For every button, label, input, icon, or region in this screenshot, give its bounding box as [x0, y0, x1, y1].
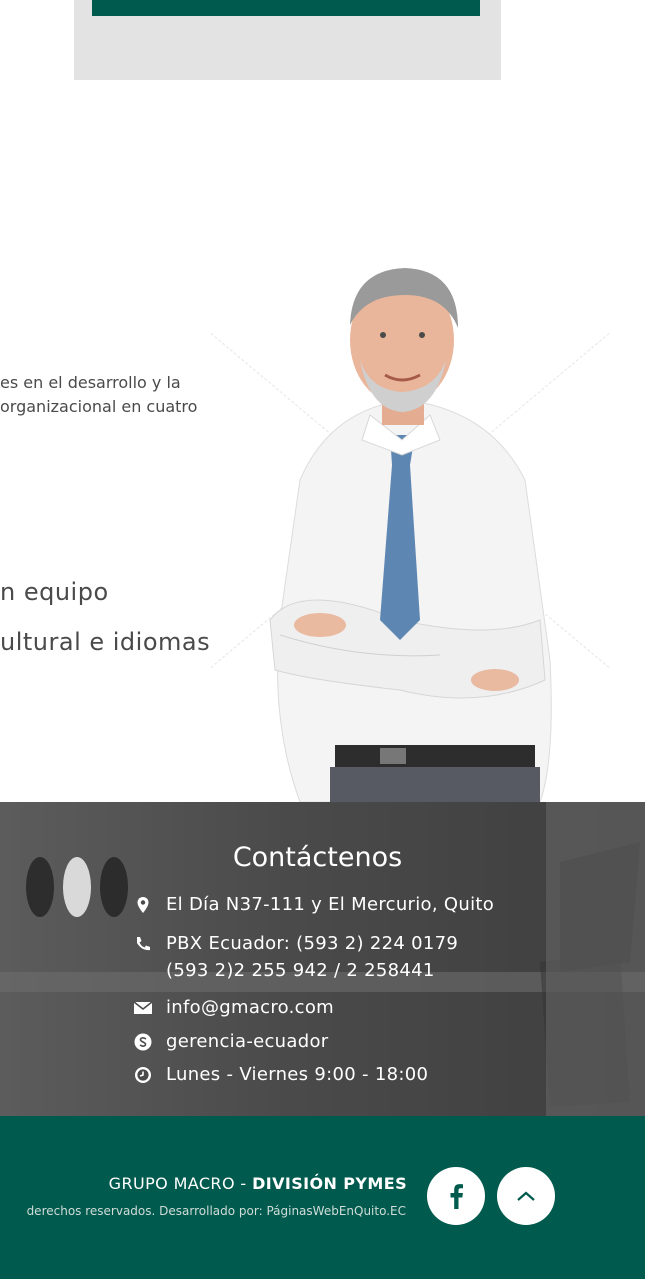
- businessman-photo: [269, 268, 552, 802]
- map-marker-icon: [137, 897, 149, 913]
- address-text: El Día N37-111 y El Mercurio, Quito: [166, 894, 495, 915]
- contact-title: Contáctenos: [232, 842, 403, 873]
- intro-text-line-1: es en el desarrollo y la: [0, 373, 181, 392]
- envelope-icon: [133, 1001, 153, 1014]
- hero-section: es en el desarrollo y la organizacional …: [0, 200, 645, 802]
- green-button-bar[interactable]: [92, 0, 480, 16]
- feature-item-team: n equipo: [0, 578, 109, 606]
- email-link[interactable]: info@gmacro.com: [166, 994, 334, 1021]
- phone-icon: [137, 937, 150, 951]
- contact-section: Contáctenos El Día N37-111 y El Mercurio…: [0, 802, 645, 1116]
- top-card: [74, 0, 501, 80]
- brand-prefix: GRUPO MACRO -: [108, 1174, 253, 1193]
- skype-icon: [134, 1033, 152, 1051]
- intro-text-line-2: organizacional en cuatro: [0, 397, 198, 416]
- facebook-icon: [450, 1184, 463, 1209]
- footer: GRUPO MACRO - DIVISIÓN PYMES derechos re…: [0, 1116, 645, 1279]
- footer-brand: GRUPO MACRO - DIVISIÓN PYMES: [109, 1174, 407, 1193]
- facebook-button[interactable]: [427, 1167, 485, 1225]
- scroll-to-top-button[interactable]: [497, 1167, 555, 1225]
- brand-division: DIVISIÓN PYMES: [252, 1174, 407, 1193]
- hours-text: Lunes - Viernes 9:00 - 18:00: [166, 1064, 429, 1085]
- phone-text-1[interactable]: PBX Ecuador: (593 2) 224 0179: [166, 930, 458, 957]
- clock-icon: [135, 1067, 151, 1083]
- phone-text-2[interactable]: (593 2)2 255 942 / 2 258441: [166, 957, 435, 984]
- chevron-up-icon: [517, 1191, 535, 1201]
- feature-item-culture: ultural e idiomas: [0, 628, 211, 656]
- skype-text[interactable]: gerencia-ecuador: [166, 1028, 328, 1055]
- copyright-text: derechos reservados. Desarrollado por: P…: [26, 1204, 406, 1218]
